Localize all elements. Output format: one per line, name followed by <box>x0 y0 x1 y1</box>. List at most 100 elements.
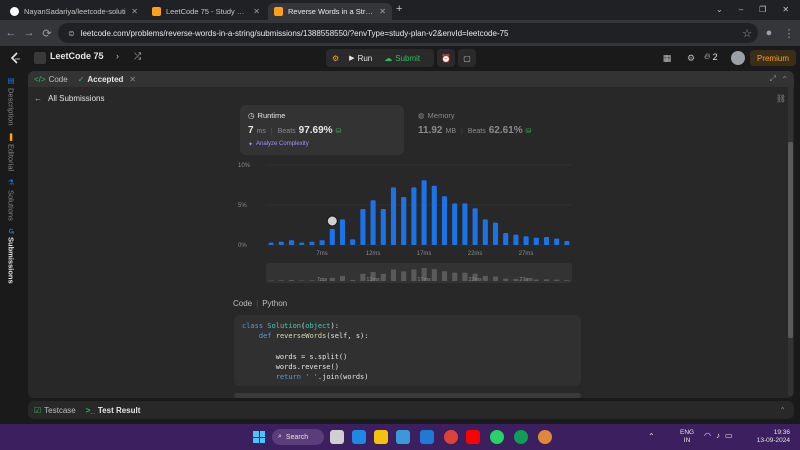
browser-tab-study-plan[interactable]: LeetCode 75 - Study Plan - Lee ✕ <box>146 3 266 20</box>
close-icon[interactable]: ✕ <box>129 75 136 84</box>
shuffle-icon[interactable]: ⤮ <box>134 51 141 62</box>
tab-code[interactable]: </> Code <box>34 75 68 84</box>
task-view-icon[interactable] <box>330 430 344 444</box>
scrubber-bar <box>339 275 346 281</box>
back-icon[interactable]: ← <box>4 26 18 40</box>
scrubber-bar <box>401 271 407 281</box>
tray-chevron-icon[interactable]: ⌃ <box>648 432 655 441</box>
scrubber-bar <box>462 272 468 281</box>
vscode-icon[interactable] <box>420 430 434 444</box>
chart-bar <box>309 241 315 245</box>
memory-card[interactable]: ◍ Memory 11.92 MB | Beats 62.61% ⛁ <box>410 105 574 155</box>
file-explorer-icon[interactable] <box>374 430 388 444</box>
windows-start-icon[interactable] <box>253 431 265 443</box>
panel-scrollbar-thumb[interactable] <box>788 142 793 338</box>
tab-editorial[interactable]: ❚ Editorial <box>4 132 18 171</box>
close-icon[interactable]: ✕ <box>131 7 138 16</box>
maximize-icon[interactable]: ❐ <box>759 5 766 14</box>
notes-button[interactable]: ▢ <box>458 49 476 67</box>
code-line: words = s.split() <box>242 352 348 361</box>
url-input[interactable]: ⊜ leetcode.com/problems/reverse-words-in… <box>58 23 758 43</box>
scrubber-bar <box>533 279 539 281</box>
premium-button[interactable]: Premium <box>750 50 796 66</box>
chrome-active-icon[interactable] <box>514 430 528 444</box>
settings-gear-icon[interactable]: ⚙ <box>684 51 698 65</box>
tab-submissions[interactable]: ↺ Submissions <box>4 228 18 284</box>
address-bar-row: ← → ⟳ ⊜ leetcode.com/problems/reverse-wo… <box>0 20 800 46</box>
close-icon[interactable]: ✕ <box>253 7 260 16</box>
minimize-icon[interactable]: – <box>739 5 743 14</box>
scrubber-bar <box>390 269 397 281</box>
site-info-icon[interactable]: ⊜ <box>68 29 75 38</box>
close-window-icon[interactable]: ✕ <box>782 5 789 14</box>
widgets-icon[interactable] <box>352 430 366 444</box>
whatsapp-icon[interactable] <box>490 430 504 444</box>
scrubber-bar <box>492 276 499 281</box>
submission-panel: </> Code ✓ Accepted ✕ ⤢ ⌃ ← All Submissi… <box>28 71 794 398</box>
next-question-icon[interactable]: › <box>116 51 119 61</box>
clock[interactable]: 19:36 13-09-2024 <box>750 429 790 445</box>
tab-test-result[interactable]: >_ Test Result <box>86 406 141 415</box>
scrubber-bar <box>288 280 295 281</box>
study-plan-title[interactable]: LeetCode 75 <box>50 51 104 61</box>
bookmark-star-icon[interactable]: ☆ <box>740 26 754 40</box>
chart-bar <box>431 185 437 245</box>
forward-icon[interactable]: → <box>22 26 36 40</box>
run-button[interactable]: ▶ Run <box>349 54 372 63</box>
code-block[interactable]: class Solution(object): def reverseWords… <box>234 315 581 386</box>
user-avatar[interactable] <box>731 51 745 65</box>
leetcode-icon <box>152 7 161 16</box>
tab-description[interactable]: ▤ Description <box>4 76 18 126</box>
panel-tab-header: </> Code ✓ Accepted ✕ ⤢ ⌃ <box>28 71 794 87</box>
chart-bar <box>503 233 509 245</box>
menu-dots-icon[interactable]: ⋮ <box>782 26 796 40</box>
leetcode-logo-icon[interactable] <box>8 51 22 65</box>
scrubber-x-label: 12ms <box>366 277 380 283</box>
chart-bar <box>390 187 397 245</box>
analyze-complexity-link[interactable]: ✦ Analyze Complexity <box>248 141 309 148</box>
chart-bar <box>299 242 305 245</box>
streak-counter[interactable]: 🔥︎ 2 <box>704 51 718 62</box>
taskbar-search-box[interactable]: ⌕ Search <box>272 429 324 445</box>
timer-button[interactable]: ⏰ <box>437 49 455 67</box>
chrome-profile-icon[interactable] <box>538 430 552 444</box>
youtube-icon[interactable] <box>466 430 480 444</box>
browser-tab-github[interactable]: NayanSadariya/leetcode-soluti ✕ <box>4 3 144 20</box>
chart-bar <box>329 229 335 245</box>
chart-svg: 10% 5% 0% 7ms 12ms 17ms 22ms 27ms 7ms 12ms 17ms 22m… <box>238 163 572 283</box>
back-arrow-icon[interactable]: ← <box>34 94 42 103</box>
chart-bar <box>513 234 519 245</box>
tab-testcase[interactable]: ☑ Testcase <box>34 406 76 415</box>
tab-solutions[interactable]: ⚗ Solutions <box>4 178 18 221</box>
layout-grid-icon[interactable]: ▦ <box>660 51 674 65</box>
prev-question-icon[interactable]: ‹ <box>98 51 101 61</box>
collapse-panel-icon[interactable]: ⌃ <box>781 75 788 84</box>
all-submissions-link[interactable]: All Submissions <box>48 94 104 103</box>
chart-bar <box>360 209 366 245</box>
new-tab-button[interactable]: + <box>396 3 402 15</box>
chrome-icon[interactable] <box>444 430 458 444</box>
reload-icon[interactable]: ⟳ <box>40 26 54 40</box>
store-icon[interactable] <box>396 430 410 444</box>
debug-icon[interactable]: ⚙ <box>332 54 339 63</box>
memory-header: ◍ Memory <box>418 111 455 120</box>
note-icon: ▢ <box>463 53 471 63</box>
expand-console-icon[interactable]: ⌃ <box>779 406 786 415</box>
bottom-console-bar: ☑ Testcase >_ Test Result ⌃ <box>28 401 794 419</box>
terminal-icon: >_ <box>85 405 95 415</box>
close-icon[interactable]: ✕ <box>379 7 386 16</box>
clock-icon: ◷ <box>248 111 255 120</box>
system-tray[interactable]: ◠ ♪ ▭ <box>704 431 733 440</box>
maximize-panel-icon[interactable]: ⤢ <box>770 74 776 84</box>
tab-search-icon[interactable]: ⌄ <box>716 5 723 14</box>
share-link-icon[interactable]: ⛓ <box>776 94 786 103</box>
browser-tab-reverse-words[interactable]: Reverse Words in a String - Lee ✕ <box>268 3 392 20</box>
submit-button[interactable]: ☁ Submit <box>384 54 420 63</box>
language-indicator[interactable]: ENG IN <box>680 429 694 445</box>
profile-icon[interactable]: ● <box>762 26 776 40</box>
runtime-card[interactable]: ◷ Runtime 7 ms | Beats 97.69% ⛁ ✦ Analyz… <box>240 105 404 155</box>
tab-accepted[interactable]: ✓ Accepted ✕ <box>78 75 136 84</box>
description-icon: ▤ <box>6 76 16 85</box>
code-expand-handle[interactable] <box>234 393 581 398</box>
